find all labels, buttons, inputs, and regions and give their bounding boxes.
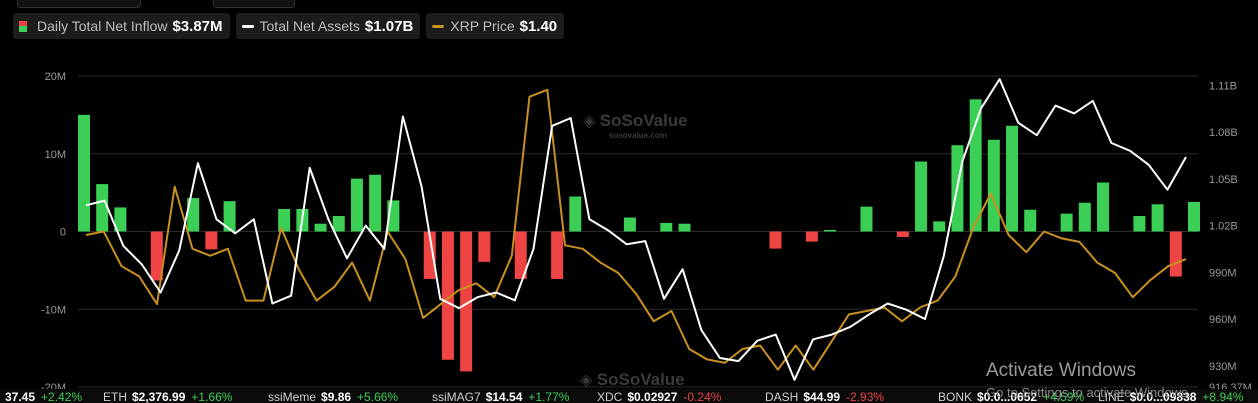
- ticker-item[interactable]: DASH $44.99 -2.93%: [765, 390, 884, 403]
- ticker-symbol: ETH: [103, 390, 127, 403]
- watermark-logo-bottom: ◈ SoSoValue: [580, 370, 685, 389]
- inflow-bar: [1188, 201, 1200, 232]
- inflow-bar: [969, 99, 982, 232]
- ticker-price: $9.86: [321, 390, 352, 403]
- activate-windows-title: Activate Windows: [986, 360, 1136, 381]
- ticker-change: +2.42%: [41, 390, 83, 403]
- ticker-item[interactable]: ssiMAG7 $14.54 +1.77%: [432, 390, 569, 403]
- ticker-symbol: XDC: [597, 390, 623, 403]
- ticker-item[interactable]: 37.45 +2.42%: [0, 390, 82, 403]
- activate-windows-subtitle: Go to Settings to activate Windows.: [986, 385, 1192, 400]
- inflow-bar: [824, 229, 837, 232]
- inflow-bar: [314, 223, 327, 232]
- inflow-bar: [678, 223, 691, 232]
- inflow-bar: [1097, 182, 1110, 232]
- ticker-price: $2,376.99: [132, 390, 186, 403]
- inflow-bar: [769, 231, 782, 249]
- ticker-symbol: ssiMeme: [268, 390, 317, 403]
- inflow-bar: [1024, 209, 1037, 232]
- ticker-price: $14.54: [485, 390, 523, 403]
- y-right-tick-label: 990M: [1209, 267, 1237, 279]
- inflow-bar: [1060, 213, 1073, 232]
- inflow-bar: [78, 114, 90, 232]
- watermark-brand-icon-2: ◈: [580, 372, 593, 389]
- y-left-tick-label: 10M: [45, 149, 66, 161]
- inflow-bar: [1151, 204, 1164, 232]
- inflow-bar: [278, 208, 291, 232]
- inflow-bar: [551, 231, 564, 279]
- ticker-change: +1.77%: [528, 390, 570, 403]
- inflow-bar: [369, 174, 382, 232]
- y-right-tick-label: 960M: [1209, 314, 1237, 326]
- ticker-change: -0.24%: [683, 390, 722, 403]
- watermark-logo-top: ◈ SoSoValue sosovalue.com: [583, 111, 688, 140]
- inflow-bar: [860, 206, 873, 232]
- ticker-item[interactable]: XDC $0.02927 -0.24%: [597, 390, 721, 403]
- ticker-change: +5.66%: [357, 390, 399, 403]
- inflow-bar: [805, 231, 818, 242]
- inflow-bar: [896, 231, 909, 237]
- inflow-bar: [660, 222, 673, 232]
- inflow-bar: [1006, 125, 1019, 232]
- ticker-change: -2.93%: [846, 390, 885, 403]
- y-left-tick-label: 20M: [45, 71, 66, 83]
- ticker-price: 37.45: [5, 390, 36, 403]
- inflow-bar: [96, 184, 109, 232]
- y-right-tick-label: 1.11B: [1209, 80, 1237, 92]
- y-right-tick-label: 1.08B: [1209, 127, 1238, 139]
- watermark-brand-icon: ◈: [583, 113, 596, 130]
- inflow-bar: [987, 139, 1000, 232]
- ticker-change: +8.94%: [1202, 390, 1244, 403]
- ticker-symbol: BONK: [938, 390, 973, 403]
- ticker-symbol: DASH: [765, 390, 799, 403]
- inflow-bar: [350, 178, 363, 232]
- ticker-price: $0.02927: [627, 390, 678, 403]
- ticker-price: $44.99: [803, 390, 841, 403]
- inflow-bar: [1078, 202, 1091, 232]
- inflow-bar: [478, 231, 491, 262]
- inflow-bar: [623, 217, 636, 232]
- y-left-tick-label: 0: [60, 227, 66, 239]
- y-right-tick-label: 916.37M: [1209, 382, 1252, 389]
- inflow-bar: [915, 161, 928, 232]
- inflow-bar: [332, 215, 345, 232]
- inflow-bar: [1133, 215, 1146, 232]
- y-left-tick-label: -10M: [41, 304, 66, 316]
- inflow-chart[interactable]: 20M 10M 0 -10M -20M 1.11B 1.08B 1.05B 1.02B 990M 9…: [0, 0, 1258, 389]
- inflow-bar: [205, 231, 218, 250]
- ticker-item[interactable]: ETH $2,376.99 +1.66%: [103, 390, 232, 403]
- y-left-tick-label: -20M: [41, 382, 66, 389]
- y-right-tick-label: 1.05B: [1209, 174, 1238, 186]
- y-right-tick-label: 930M: [1209, 361, 1237, 373]
- inflow-bar: [569, 196, 582, 232]
- ticker-symbol: ssiMAG7: [432, 390, 481, 403]
- inflow-bar: [933, 221, 946, 232]
- y-right-tick-label: 1.02B: [1209, 221, 1238, 233]
- inflow-bar: [1169, 231, 1182, 277]
- ticker-item[interactable]: ssiMeme $9.86 +5.66%: [268, 390, 398, 403]
- ticker-change: +1.66%: [191, 390, 233, 403]
